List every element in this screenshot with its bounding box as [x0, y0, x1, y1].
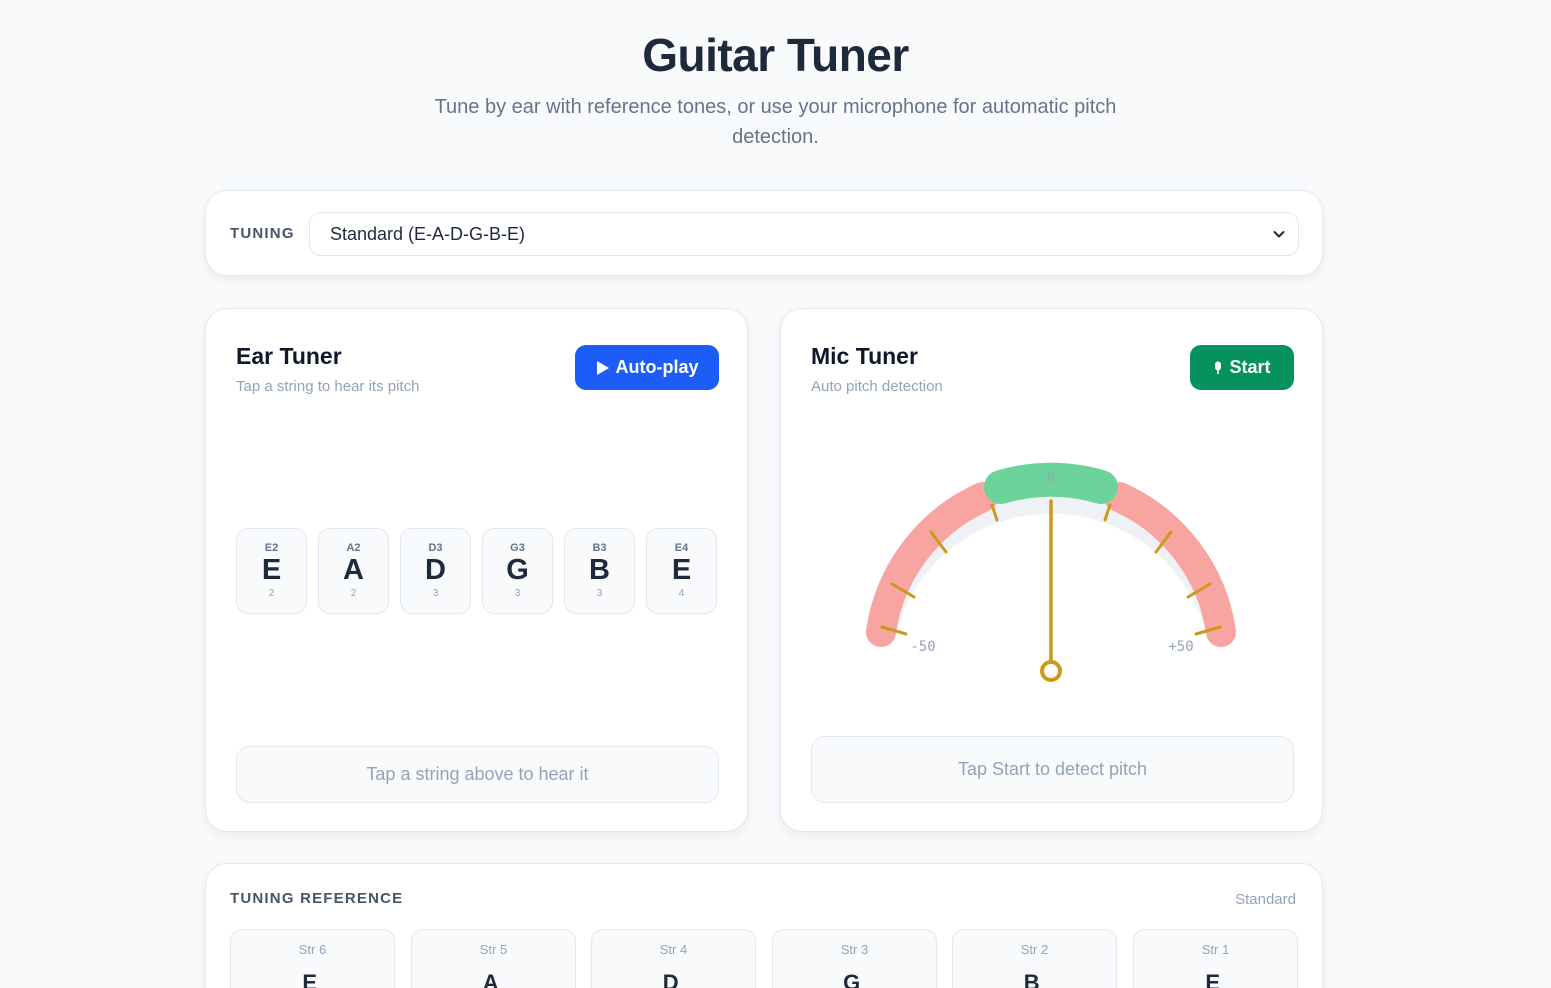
tuning-select[interactable]: Standard (E-A-D-G-B-E) — [309, 212, 1299, 256]
start-label: Start — [1229, 357, 1271, 377]
gauge-center-label: 0 — [1047, 471, 1055, 487]
mic-tuner-status: Tap Start to detect pitch — [811, 736, 1294, 803]
reference-string-2: Str 2 B3 — [952, 929, 1117, 988]
mic-tuner-card: Mic Tuner Auto pitch detection Start 0 -… — [780, 308, 1323, 832]
reference-string-4: Str 4 D3 — [591, 929, 756, 988]
string-octave: 3 — [514, 588, 521, 599]
reference-note: G3 — [843, 970, 866, 988]
string-letter: G — [506, 554, 529, 586]
reference-note: E2 — [302, 970, 322, 988]
reference-string-label: Str 6 — [298, 942, 327, 957]
reference-note: B3 — [1023, 970, 1045, 988]
reference-string-label: Str 3 — [840, 942, 869, 957]
string-note-label: G3 — [510, 542, 525, 554]
reference-string-3: Str 3 G3 — [772, 929, 937, 988]
mic-tuner-status-text: Tap Start to detect pitch — [957, 759, 1148, 779]
string-button-b3[interactable]: B3 B 3 — [564, 528, 635, 614]
string-letter: B — [589, 554, 610, 586]
ear-tuner-card: Ear Tuner Tap a string to hear its pitch… — [205, 308, 748, 832]
string-note-label: D3 — [428, 542, 443, 554]
string-octave: 3 — [596, 588, 603, 599]
tuning-reference-label: TUNING REFERENCE — [230, 890, 404, 907]
reference-string-5: Str 5 A2 — [411, 929, 576, 988]
ear-tuner-subtitle: Tap a string to hear its pitch — [236, 378, 420, 395]
play-icon — [596, 360, 609, 375]
microphone-icon — [1215, 361, 1222, 374]
tuning-label: TUNING — [230, 225, 295, 242]
string-octave: 3 — [432, 588, 439, 599]
gauge-pivot — [1040, 660, 1062, 682]
gauge-min-label: -50 — [910, 639, 935, 655]
string-note-label: B3 — [592, 542, 607, 554]
string-letter: D — [425, 554, 446, 586]
string-note-label: E4 — [674, 542, 689, 554]
reference-string-1: Str 1 E4 — [1133, 929, 1298, 988]
string-octave: 4 — [678, 588, 685, 599]
page-subtitle: Tune by ear with reference tones, or use… — [434, 96, 1117, 148]
reference-note: D3 — [662, 970, 684, 988]
string-button-e2[interactable]: E2 E 2 — [236, 528, 307, 614]
reference-string-label: Str 4 — [659, 942, 688, 957]
page-title: Guitar Tuner — [642, 29, 909, 81]
reference-string-label: Str 2 — [1020, 942, 1049, 957]
string-button-g3[interactable]: G3 G 3 — [482, 528, 553, 614]
tuning-reference-name: Standard — [1235, 891, 1296, 908]
reference-string-label: Str 5 — [479, 942, 508, 957]
reference-note: E4 — [1205, 970, 1225, 988]
string-buttons: E2 E 2 A2 A 2 D3 D 3 G3 G 3 B3 B 3 E4 E … — [236, 528, 719, 614]
ear-tuner-status-text: Tap a string above to hear it — [366, 764, 589, 784]
ear-tuner-title: Ear Tuner — [236, 343, 342, 369]
string-note-label: A2 — [346, 542, 361, 554]
string-button-a2[interactable]: A2 A 2 — [318, 528, 389, 614]
reference-string-6: Str 6 E2 — [230, 929, 395, 988]
autoplay-label: Auto-play — [615, 357, 699, 377]
page-header: Guitar Tuner Tune by ear with reference … — [0, 0, 1551, 152]
tuning-reference-card: TUNING REFERENCE Standard Str 6 E2 Str 5… — [205, 863, 1323, 988]
string-letter: E — [671, 554, 692, 586]
string-button-e4[interactable]: E4 E 4 — [646, 528, 717, 614]
tuning-card: TUNING Standard (E-A-D-G-B-E) — [205, 190, 1323, 276]
string-button-d3[interactable]: D3 D 3 — [400, 528, 471, 614]
reference-note: A2 — [482, 970, 504, 988]
pitch-gauge: 0 -50 +50 — [866, 462, 1236, 682]
gauge-max-label: +50 — [1168, 639, 1193, 655]
mic-tuner-title: Mic Tuner — [811, 343, 918, 369]
chevron-down-icon — [1273, 231, 1285, 238]
start-button[interactable]: Start — [1190, 345, 1294, 390]
reference-string-label: Str 1 — [1201, 942, 1230, 957]
tuning-select-value: Standard (E-A-D-G-B-E) — [330, 224, 526, 244]
string-letter: A — [343, 554, 364, 586]
string-letter: E — [261, 554, 282, 586]
autoplay-button[interactable]: Auto-play — [575, 345, 719, 390]
ear-tuner-status: Tap a string above to hear it — [236, 746, 719, 803]
string-octave: 2 — [350, 588, 357, 599]
string-note-label: E2 — [264, 542, 279, 554]
mic-tuner-subtitle: Auto pitch detection — [811, 378, 943, 395]
string-octave: 2 — [268, 588, 275, 599]
